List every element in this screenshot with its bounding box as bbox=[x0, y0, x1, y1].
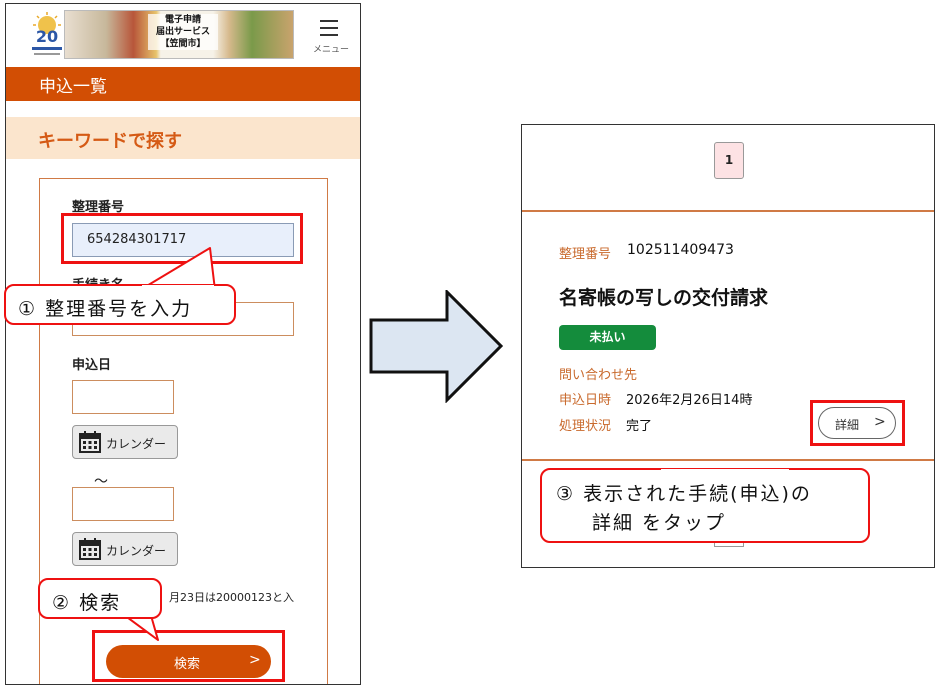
procedure-title: 名寄帳の写しの交付請求 bbox=[559, 287, 769, 309]
ref-number-value: 102511409473 bbox=[627, 242, 734, 258]
step1-callout: ① 整理番号を入力 bbox=[4, 284, 236, 325]
status-label: 処理状況 bbox=[559, 419, 612, 434]
step3-text-line1: ③ 表示された手続(申込)の bbox=[556, 483, 812, 505]
page-number-badge[interactable]: 1 bbox=[714, 142, 744, 179]
contact-link[interactable]: 問い合わせ先 bbox=[559, 364, 637, 383]
callout3-seam bbox=[661, 469, 789, 473]
divider-top bbox=[522, 210, 934, 212]
step2-text: ② 検索 bbox=[52, 592, 122, 614]
applied-at-value: 2026年2月26日14時 bbox=[626, 393, 753, 408]
status-badge: 未払い bbox=[559, 325, 656, 350]
applied-at-label: 申込日時 bbox=[559, 393, 612, 408]
arrow-right-icon bbox=[369, 288, 504, 404]
divider-bottom bbox=[522, 459, 934, 461]
status-value: 完了 bbox=[626, 419, 653, 434]
step3-text-line2: 詳細 をタップ bbox=[592, 512, 727, 534]
callout2-seam bbox=[121, 609, 149, 617]
detail-button-highlight bbox=[810, 400, 905, 446]
step1-text: ① 整理番号を入力 bbox=[18, 298, 193, 320]
ref-number-label: 整理番号 bbox=[559, 247, 612, 262]
step3-callout: ③ 表示された手続(申込)の 詳細 をタップ bbox=[540, 468, 870, 543]
callout1-seam bbox=[142, 285, 214, 289]
